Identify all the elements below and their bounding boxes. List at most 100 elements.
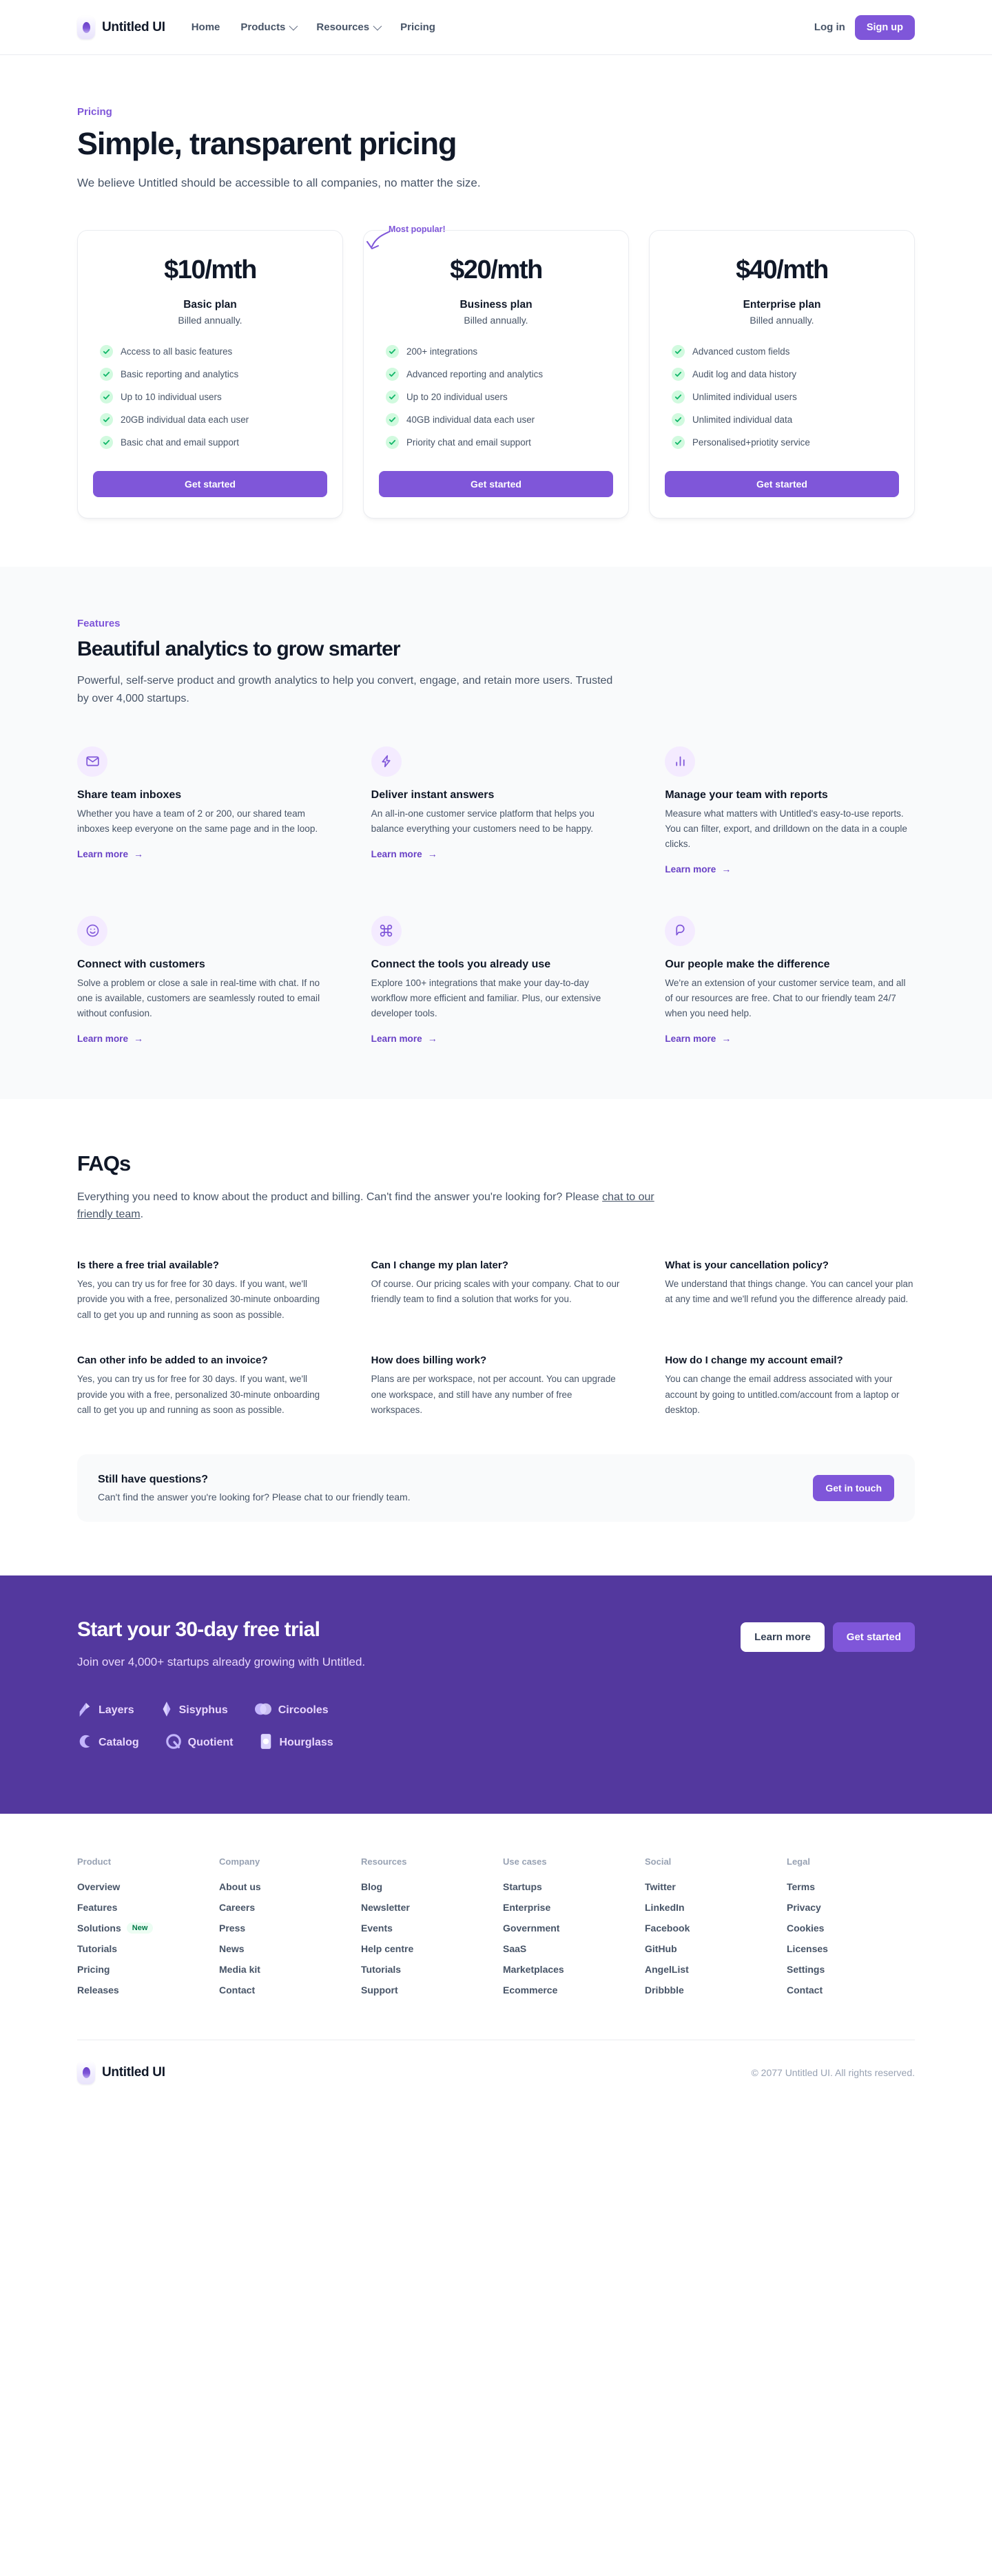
footer-link[interactable]: Tutorials: [361, 1964, 489, 1975]
learn-more-link[interactable]: Learn more →: [371, 1034, 437, 1044]
cta-banner: Start your 30-day free trial Join over 4…: [0, 1575, 992, 1814]
plan-get-started-button[interactable]: Get started: [93, 471, 327, 498]
login-link[interactable]: Log in: [814, 21, 845, 33]
nav-item-pricing[interactable]: Pricing: [400, 21, 435, 33]
footer-link[interactable]: Overview: [77, 1881, 205, 1892]
footer-link[interactable]: Events: [361, 1923, 489, 1934]
pricing-card: $40/mth Enterprise plan Billed annually. Ad…: [649, 230, 915, 519]
footer-link[interactable]: Blog: [361, 1881, 489, 1892]
chevron-down-icon: [373, 21, 382, 31]
footer-link[interactable]: Ecommerce: [503, 1985, 631, 1996]
footer-link[interactable]: Privacy: [787, 1902, 915, 1913]
learn-more-link[interactable]: Learn more →: [77, 849, 143, 859]
nav-item-home[interactable]: Home: [192, 21, 220, 33]
signup-button[interactable]: Sign up: [854, 14, 915, 40]
customer-logo: Catalog: [77, 1733, 139, 1753]
footer-link[interactable]: About us: [219, 1881, 347, 1892]
footer-link[interactable]: Twitter: [645, 1881, 773, 1892]
footer-link[interactable]: Startups: [503, 1881, 631, 1892]
footer-column: Social Twitter LinkedIn Facebook GitHub Angel…: [645, 1856, 773, 2005]
learn-more-link[interactable]: Learn more →: [371, 849, 437, 859]
plan-feature-label: Priority chat and email support: [406, 437, 531, 448]
footer-link-label: Solutions: [77, 1922, 121, 1934]
footer-link[interactable]: Contact: [219, 1985, 347, 1996]
feature-description: Measure what matters with Untitled's eas…: [665, 808, 907, 849]
feature-description: Solve a problem or close a sale in real-…: [77, 977, 320, 1018]
footer-link[interactable]: SaaS: [503, 1943, 631, 1954]
footer-link[interactable]: Press: [219, 1923, 347, 1934]
footer-link[interactable]: Licenses: [787, 1943, 915, 1954]
footer-link[interactable]: Careers: [219, 1902, 347, 1913]
footer-link[interactable]: Contact: [787, 1985, 915, 1996]
footer-link-label: Events: [361, 1922, 393, 1934]
footer-column-heading: Company: [219, 1856, 260, 1867]
footer-link[interactable]: Features: [77, 1902, 205, 1913]
footer-link-label: Ecommerce: [503, 1984, 558, 1996]
check-icon: [100, 390, 113, 404]
footer-link[interactable]: Support: [361, 1985, 489, 1996]
footer-link[interactable]: Releases: [77, 1985, 205, 1996]
footer-link[interactable]: Settings: [787, 1964, 915, 1975]
check-icon: [672, 390, 685, 404]
hero-eyebrow: Pricing: [77, 106, 112, 118]
faq-answer: Yes, you can try us for free for 30 days…: [77, 1278, 320, 1320]
footer-link[interactable]: Newsletter: [361, 1902, 489, 1913]
footer-link-label: Releases: [77, 1984, 119, 1996]
cta-learn-more-button[interactable]: Learn more: [741, 1622, 825, 1652]
footer-link[interactable]: AngelList: [645, 1964, 773, 1975]
site-footer: Product Overview Features Solutions New Tutor…: [0, 1813, 992, 2111]
footer-link[interactable]: Dribbble: [645, 1985, 773, 1996]
faq-item: Can I change my plan later? Of course. Ou…: [371, 1259, 621, 1323]
plan-get-started-button[interactable]: Get started: [665, 471, 899, 498]
footer-link[interactable]: LinkedIn: [645, 1902, 773, 1913]
footer-link[interactable]: Help centre: [361, 1943, 489, 1954]
footer-link[interactable]: Media kit: [219, 1964, 347, 1975]
get-in-touch-button[interactable]: Get in touch: [813, 1474, 894, 1501]
footer-link[interactable]: Marketplaces: [503, 1964, 631, 1975]
footer-link[interactable]: Solutions New: [77, 1922, 205, 1934]
arrow-right-icon: →: [721, 1033, 732, 1045]
footer-link[interactable]: GitHub: [645, 1943, 773, 1954]
plan-feature-row: Priority chat and email support: [386, 436, 613, 450]
footer-link[interactable]: Enterprise: [503, 1902, 631, 1913]
footer-link[interactable]: Cookies: [787, 1923, 915, 1934]
pricing-card-grid: $10/mth Basic plan Billed annually. Access …: [77, 230, 915, 519]
arrow-right-icon: →: [134, 848, 144, 860]
nav-item-resources[interactable]: Resources: [316, 21, 382, 33]
footer-link[interactable]: Government: [503, 1923, 631, 1934]
plan-feature-label: Access to all basic features: [121, 346, 233, 357]
footer-link[interactable]: Terms: [787, 1881, 915, 1892]
sisyphus-logo: [161, 1701, 173, 1721]
brand-logo[interactable]: Untitled UI: [77, 15, 165, 39]
nav-item-products[interactable]: Products: [240, 21, 298, 33]
footer-link-label: Enterprise: [503, 1901, 551, 1913]
arrow-right-icon: →: [427, 848, 437, 860]
footer-link[interactable]: Pricing: [77, 1964, 205, 1975]
learn-more-link[interactable]: Learn more →: [665, 1034, 731, 1044]
cta-get-started-button[interactable]: Get started: [832, 1622, 915, 1652]
footer-link-label: Blog: [361, 1881, 383, 1892]
plan-feature-row: Unlimited individual data: [672, 413, 899, 427]
footer-link[interactable]: News: [219, 1943, 347, 1954]
plan-feature-label: Advanced reporting and analytics: [406, 369, 544, 380]
footer-link[interactable]: Facebook: [645, 1923, 773, 1934]
check-icon: [100, 436, 113, 450]
smiley-icon: [77, 915, 107, 946]
check-icon: [386, 345, 399, 359]
footer-link-label: Government: [503, 1922, 560, 1934]
features-title: Beautiful analytics to grow smarter: [77, 638, 401, 661]
footer-brand[interactable]: Untitled UI: [77, 2060, 165, 2084]
feature-title: Manage your team with reports: [665, 788, 828, 801]
plan-get-started-button[interactable]: Get started: [379, 471, 613, 498]
check-icon: [100, 345, 113, 359]
copyright-text: © 2077 Untitled UI. All rights reserved.: [751, 2066, 915, 2078]
lightning-icon: [371, 746, 402, 777]
faq-item: How do I change my account email? You can…: [665, 1354, 915, 1418]
learn-more-link[interactable]: Learn more →: [77, 1034, 143, 1044]
hero-section: Pricing Simple, transparent pricing We b…: [0, 55, 992, 192]
untitled-ui-logo-icon: [77, 2060, 95, 2084]
learn-more-link[interactable]: Learn more →: [665, 864, 731, 875]
plan-billing-note: Billed annually.: [178, 315, 242, 326]
customer-logo-name: Sisyphus: [178, 1704, 228, 1717]
footer-link[interactable]: Tutorials: [77, 1943, 205, 1954]
